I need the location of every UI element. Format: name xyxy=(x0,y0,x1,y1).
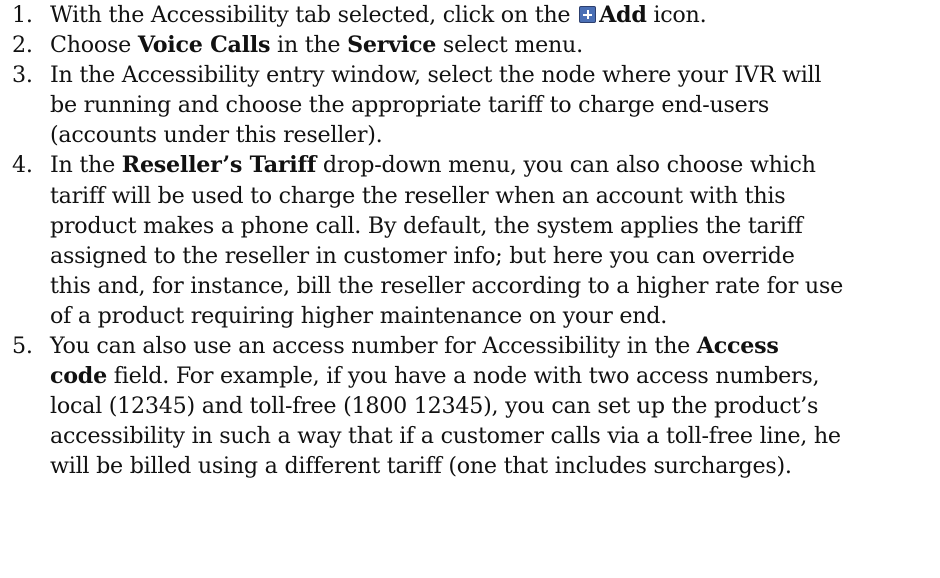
instruction-steps-list: 1. With the Accessibility tab selected, c… xyxy=(0,0,940,482)
step-text-line: of a product requiring higher maintenanc… xyxy=(50,301,914,331)
bold-term: Voice Calls xyxy=(137,32,271,59)
step-text: local (12345) and toll-free (1800 12345)… xyxy=(50,393,819,420)
step-text: You can also use an access number for Ac… xyxy=(50,333,697,360)
step-item: 1. With the Accessibility tab selected, c… xyxy=(0,0,914,30)
step-text-line: (accounts under this reseller). xyxy=(50,120,914,150)
step-text: Choose xyxy=(50,32,138,59)
step-text-line: product makes a phone call. By default, … xyxy=(50,211,914,241)
step-text: (accounts under this reseller). xyxy=(50,122,383,149)
step-text: icon. xyxy=(646,2,707,28)
step-text-line: this and, for instance, bill the reselle… xyxy=(50,271,914,301)
step-text: With the Accessibility tab selected, cli… xyxy=(50,2,578,28)
add-icon xyxy=(579,6,597,23)
step-text-line: accessibility in such a way that if a cu… xyxy=(50,421,914,451)
step-text-line: code field. For example, if you have a n… xyxy=(50,361,914,391)
step-text-line: With the Accessibility tab selected, cli… xyxy=(50,0,914,30)
step-text-line: will be billed using a different tariff … xyxy=(50,451,914,481)
step-number: 5. xyxy=(12,333,33,360)
step-item: 2. Choose Voice Calls in the Service sele… xyxy=(0,30,914,60)
step-item: 4. In the Reseller’s Tariff drop-down men… xyxy=(0,150,914,331)
step-text: in the xyxy=(270,32,348,59)
step-text-line: local (12345) and toll-free (1800 12345)… xyxy=(50,391,914,421)
step-text: product makes a phone call. By default, … xyxy=(50,212,803,239)
step-text-line: be running and choose the appropriate ta… xyxy=(50,90,914,120)
bold-term: Access xyxy=(696,333,779,360)
step-text-line: Choose Voice Calls in the Service select… xyxy=(50,30,914,60)
step-text: this and, for instance, bill the reselle… xyxy=(50,272,843,299)
bold-term: Reseller’s Tariff xyxy=(121,152,317,179)
step-number: 3. xyxy=(12,62,33,89)
step-text: In the Accessibility entry window, selec… xyxy=(50,62,822,89)
step-text: In the xyxy=(50,152,122,179)
step-text: tariff will be used to charge the resell… xyxy=(50,182,786,209)
step-text: drop-down menu, you can also choose whic… xyxy=(316,152,816,179)
bold-term: Service xyxy=(347,32,437,59)
step-text: accessibility in such a way that if a cu… xyxy=(50,423,841,450)
step-text: of a product requiring higher maintenanc… xyxy=(50,302,668,329)
document-page: 1. With the Accessibility tab selected, c… xyxy=(0,0,940,578)
step-text-line: You can also use an access number for Ac… xyxy=(50,331,914,361)
step-number: 4. xyxy=(12,152,33,179)
bold-term: code xyxy=(50,363,107,390)
step-text-line: In the Accessibility entry window, selec… xyxy=(50,60,914,90)
step-text: be running and choose the appropriate ta… xyxy=(50,92,770,119)
step-text-line: In the Reseller’s Tariff drop-down menu,… xyxy=(50,150,914,180)
step-number: 2. xyxy=(12,32,33,59)
step-text-line: tariff will be used to charge the resell… xyxy=(50,181,914,211)
bold-term: Add xyxy=(599,2,647,28)
step-text: field. For example, if you have a node w… xyxy=(106,363,820,390)
step-text: assigned to the reseller in customer inf… xyxy=(50,242,795,269)
step-item: 5. You can also use an access number for … xyxy=(0,331,914,481)
step-text: will be billed using a different tariff … xyxy=(50,453,792,480)
step-number: 1. xyxy=(12,2,33,28)
step-text-line: assigned to the reseller in customer inf… xyxy=(50,241,914,271)
step-item: 3. In the Accessibility entry window, sel… xyxy=(0,60,914,150)
step-text: select menu. xyxy=(436,32,583,59)
